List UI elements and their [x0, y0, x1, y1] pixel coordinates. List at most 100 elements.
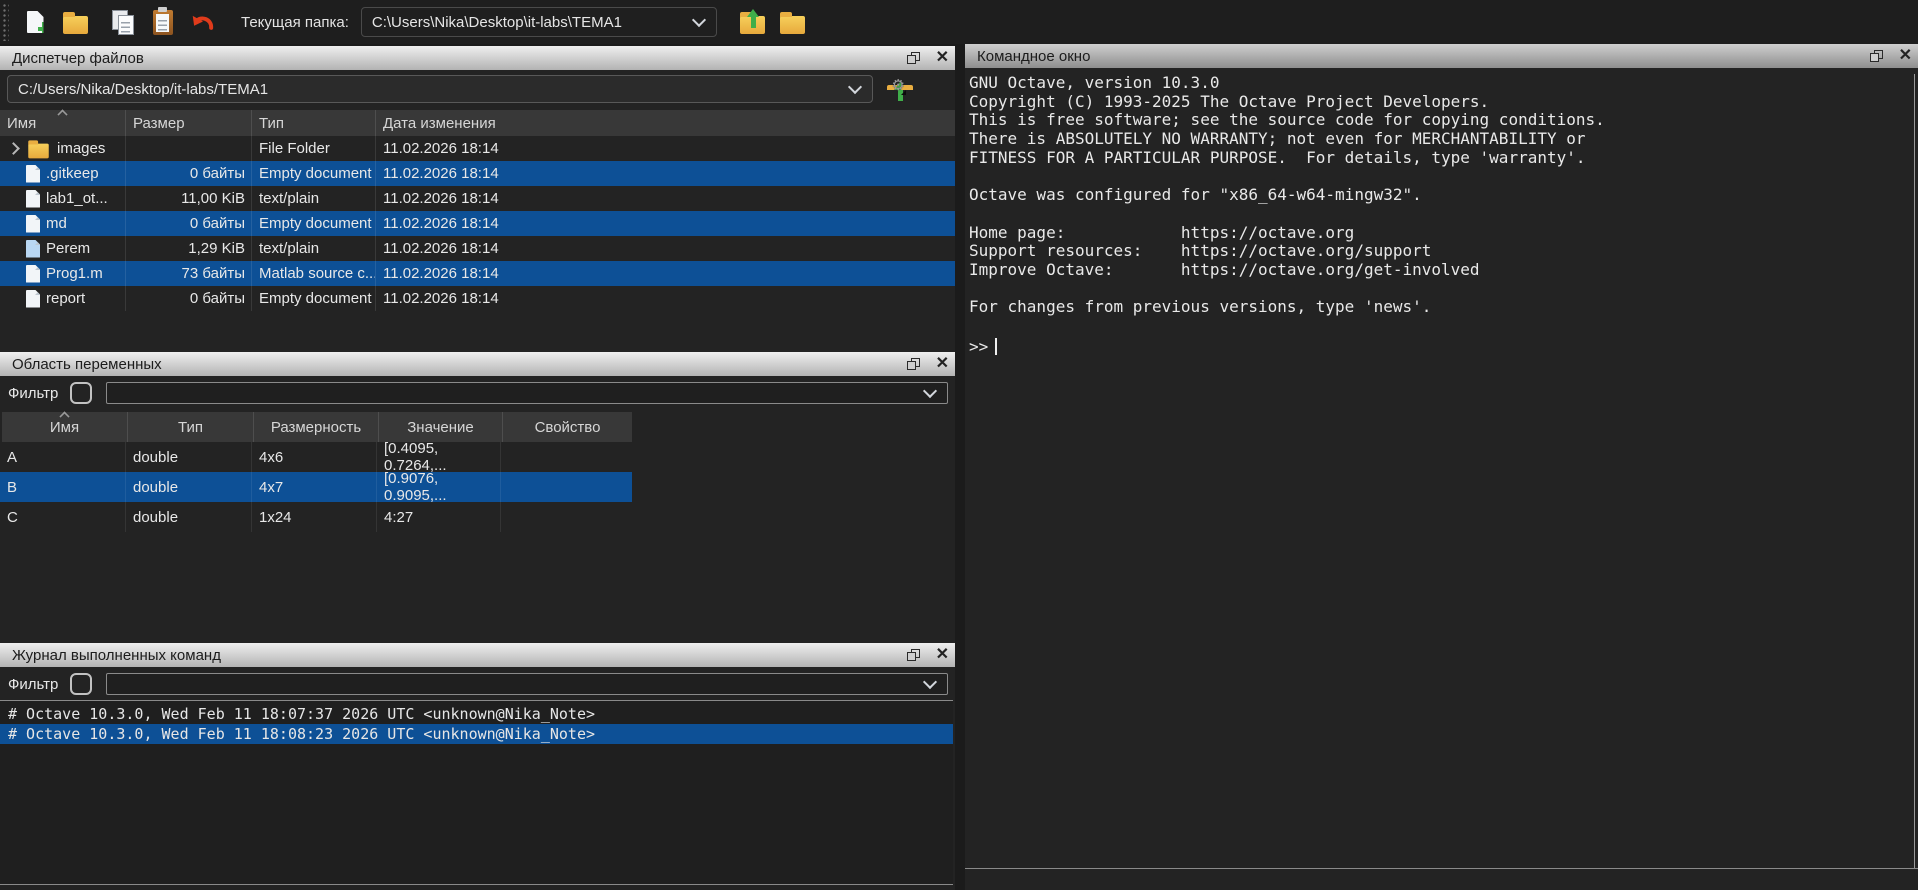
file-name: report: [46, 290, 85, 307]
variable-dimension: 1x24: [252, 502, 377, 532]
filter-label: Фильтр: [8, 385, 58, 402]
folder-icon: [780, 16, 805, 34]
current-folder-label: Текущая папка:: [241, 14, 349, 31]
main-toolbar: Текущая папка: C:\Users\Nika\Desktop\it-…: [0, 0, 1918, 44]
undo-icon: [189, 8, 217, 36]
scrollbar-track[interactable]: [1914, 74, 1915, 868]
undock-panel-icon[interactable]: [907, 358, 920, 370]
file-type: Empty document: [259, 215, 372, 232]
variable-dimension: 4x7: [252, 472, 377, 502]
file-browser-title: Диспетчер файлов: [12, 50, 144, 67]
document-icon: [26, 240, 40, 258]
column-header-value[interactable]: Значение: [379, 412, 503, 442]
file-row[interactable]: .gitkeep 0 байты Empty document 11.02.20…: [0, 161, 955, 186]
document-icon: [26, 290, 40, 308]
variable-row[interactable]: A double 4x6 [0.4095, 0.7264,...: [0, 442, 632, 472]
filter-checkbox[interactable]: [70, 382, 92, 404]
document-icon: [26, 165, 40, 183]
column-header-dims[interactable]: Размерность: [254, 412, 379, 442]
octave-ide-window: Текущая папка: C:\Users\Nika\Desktop\it-…: [0, 0, 1918, 890]
file-date: 11.02.2026 18:14: [376, 286, 955, 311]
paste-button[interactable]: [143, 2, 183, 42]
file-browser-titlebar[interactable]: Диспетчер файлов ✕: [0, 46, 955, 70]
command-window-titlebar[interactable]: Командное окно ✕: [965, 44, 1918, 68]
file-type: File Folder: [259, 140, 330, 157]
file-size: 11,00 KiB: [126, 186, 252, 211]
file-row[interactable]: Perem 1,29 KiB text/plain 11.02.2026 18:…: [0, 236, 955, 261]
file-row[interactable]: md 0 байты Empty document 11.02.2026 18:…: [0, 211, 955, 236]
file-path-combobox[interactable]: C:/Users/Nika/Desktop/it-labs/TEMA1: [7, 75, 873, 103]
variable-row[interactable]: B double 4x7 [0.9076, 0.9095,...: [0, 472, 632, 502]
file-size: [126, 136, 252, 161]
filter-checkbox[interactable]: [70, 673, 92, 695]
folder-up-button[interactable]: [733, 2, 773, 42]
expand-chevron-icon[interactable]: [7, 142, 20, 155]
file-row[interactable]: images File Folder 11.02.2026 18:14: [0, 136, 955, 161]
history-title: Журнал выполненных команд: [12, 647, 221, 664]
undock-panel-icon[interactable]: [1870, 50, 1883, 62]
file-row[interactable]: Prog1.m 73 байты Matlab source c... 11.0…: [0, 261, 955, 286]
workspace-filter-row: Фильтр: [0, 380, 955, 406]
file-browser-address-row: C:/Users/Nika/Desktop/it-labs/TEMA1 ⚙: [0, 74, 955, 104]
column-header-date[interactable]: Дата изменения: [376, 110, 955, 136]
column-header-name[interactable]: Имя: [2, 412, 128, 442]
close-panel-icon[interactable]: ✕: [936, 356, 949, 372]
file-table-header: Имя Размер Тип Дата изменения: [0, 110, 955, 136]
file-size: 1,29 KiB: [126, 236, 252, 261]
horizontal-divider: [965, 868, 1918, 869]
file-date: 11.02.2026 18:14: [376, 161, 955, 186]
variable-type: double: [126, 472, 252, 502]
column-header-type[interactable]: Тип: [252, 110, 376, 136]
new-document-icon: [27, 11, 44, 33]
file-type: text/plain: [259, 190, 319, 207]
close-panel-icon[interactable]: ✕: [1899, 48, 1912, 64]
file-date: 11.02.2026 18:14: [376, 211, 955, 236]
close-panel-icon[interactable]: ✕: [936, 647, 949, 663]
close-panel-icon[interactable]: ✕: [936, 50, 949, 66]
file-size: 0 байты: [126, 211, 252, 236]
current-folder-combobox[interactable]: C:\Users\Nika\Desktop\it-labs\TEMA1: [361, 7, 717, 37]
toolbar-drag-handle[interactable]: [2, 3, 9, 41]
undo-button[interactable]: [183, 2, 223, 42]
column-header-name[interactable]: Имя: [0, 110, 126, 136]
workspace-filter-combobox[interactable]: [106, 382, 948, 404]
history-titlebar[interactable]: Журнал выполненных команд ✕: [0, 643, 955, 667]
variable-value: 4:27: [377, 502, 501, 532]
variable-type: double: [126, 442, 252, 472]
filter-label: Фильтр: [8, 676, 58, 693]
file-row[interactable]: report 0 байты Empty document 11.02.2026…: [0, 286, 955, 311]
file-size: 0 байты: [126, 286, 252, 311]
chevron-down-icon: [923, 384, 937, 398]
history-entry[interactable]: # Octave 10.3.0, Wed Feb 11 18:07:37 202…: [0, 704, 953, 724]
browse-folder-button[interactable]: [773, 2, 813, 42]
history-entry[interactable]: # Octave 10.3.0, Wed Feb 11 18:08:23 202…: [0, 724, 953, 744]
workspace-titlebar[interactable]: Область переменных ✕: [0, 352, 955, 376]
undock-panel-icon[interactable]: [907, 52, 920, 64]
history-filter-combobox[interactable]: [106, 673, 948, 695]
file-name: .gitkeep: [46, 165, 99, 182]
column-header-attribute[interactable]: Свойство: [503, 412, 632, 442]
file-browser-panel: Диспетчер файлов ✕ C:/Users/Nika/Desktop…: [0, 46, 955, 352]
file-name: md: [46, 215, 67, 232]
workspace-table-header: Имя Тип Размерность Значение Свойство: [2, 412, 632, 442]
prompt-line[interactable]: >>: [969, 337, 997, 356]
variable-value: [0.4095, 0.7264,...: [377, 442, 501, 472]
folder-up-icon: [740, 16, 765, 34]
open-file-button[interactable]: [55, 2, 95, 42]
copy-icon: [111, 10, 135, 35]
chevron-down-icon: [692, 13, 706, 27]
file-row[interactable]: lab1_ot... 11,00 KiB text/plain 11.02.20…: [0, 186, 955, 211]
column-header-type[interactable]: Тип: [128, 412, 254, 442]
variable-row[interactable]: C double 1x24 4:27: [0, 502, 632, 532]
column-header-size[interactable]: Размер: [126, 110, 252, 136]
copy-button[interactable]: [103, 2, 143, 42]
chevron-down-icon: [848, 80, 862, 94]
undock-panel-icon[interactable]: [907, 649, 920, 661]
new-script-button[interactable]: [15, 2, 55, 42]
file-type: Empty document: [259, 290, 372, 307]
command-window-title: Командное окно: [977, 48, 1090, 65]
current-folder-value: C:\Users\Nika\Desktop\it-labs\TEMA1: [372, 14, 622, 31]
variable-value: [0.9076, 0.9095,...: [377, 472, 501, 502]
open-folder-icon: [63, 16, 88, 34]
variable-name: A: [0, 442, 126, 472]
